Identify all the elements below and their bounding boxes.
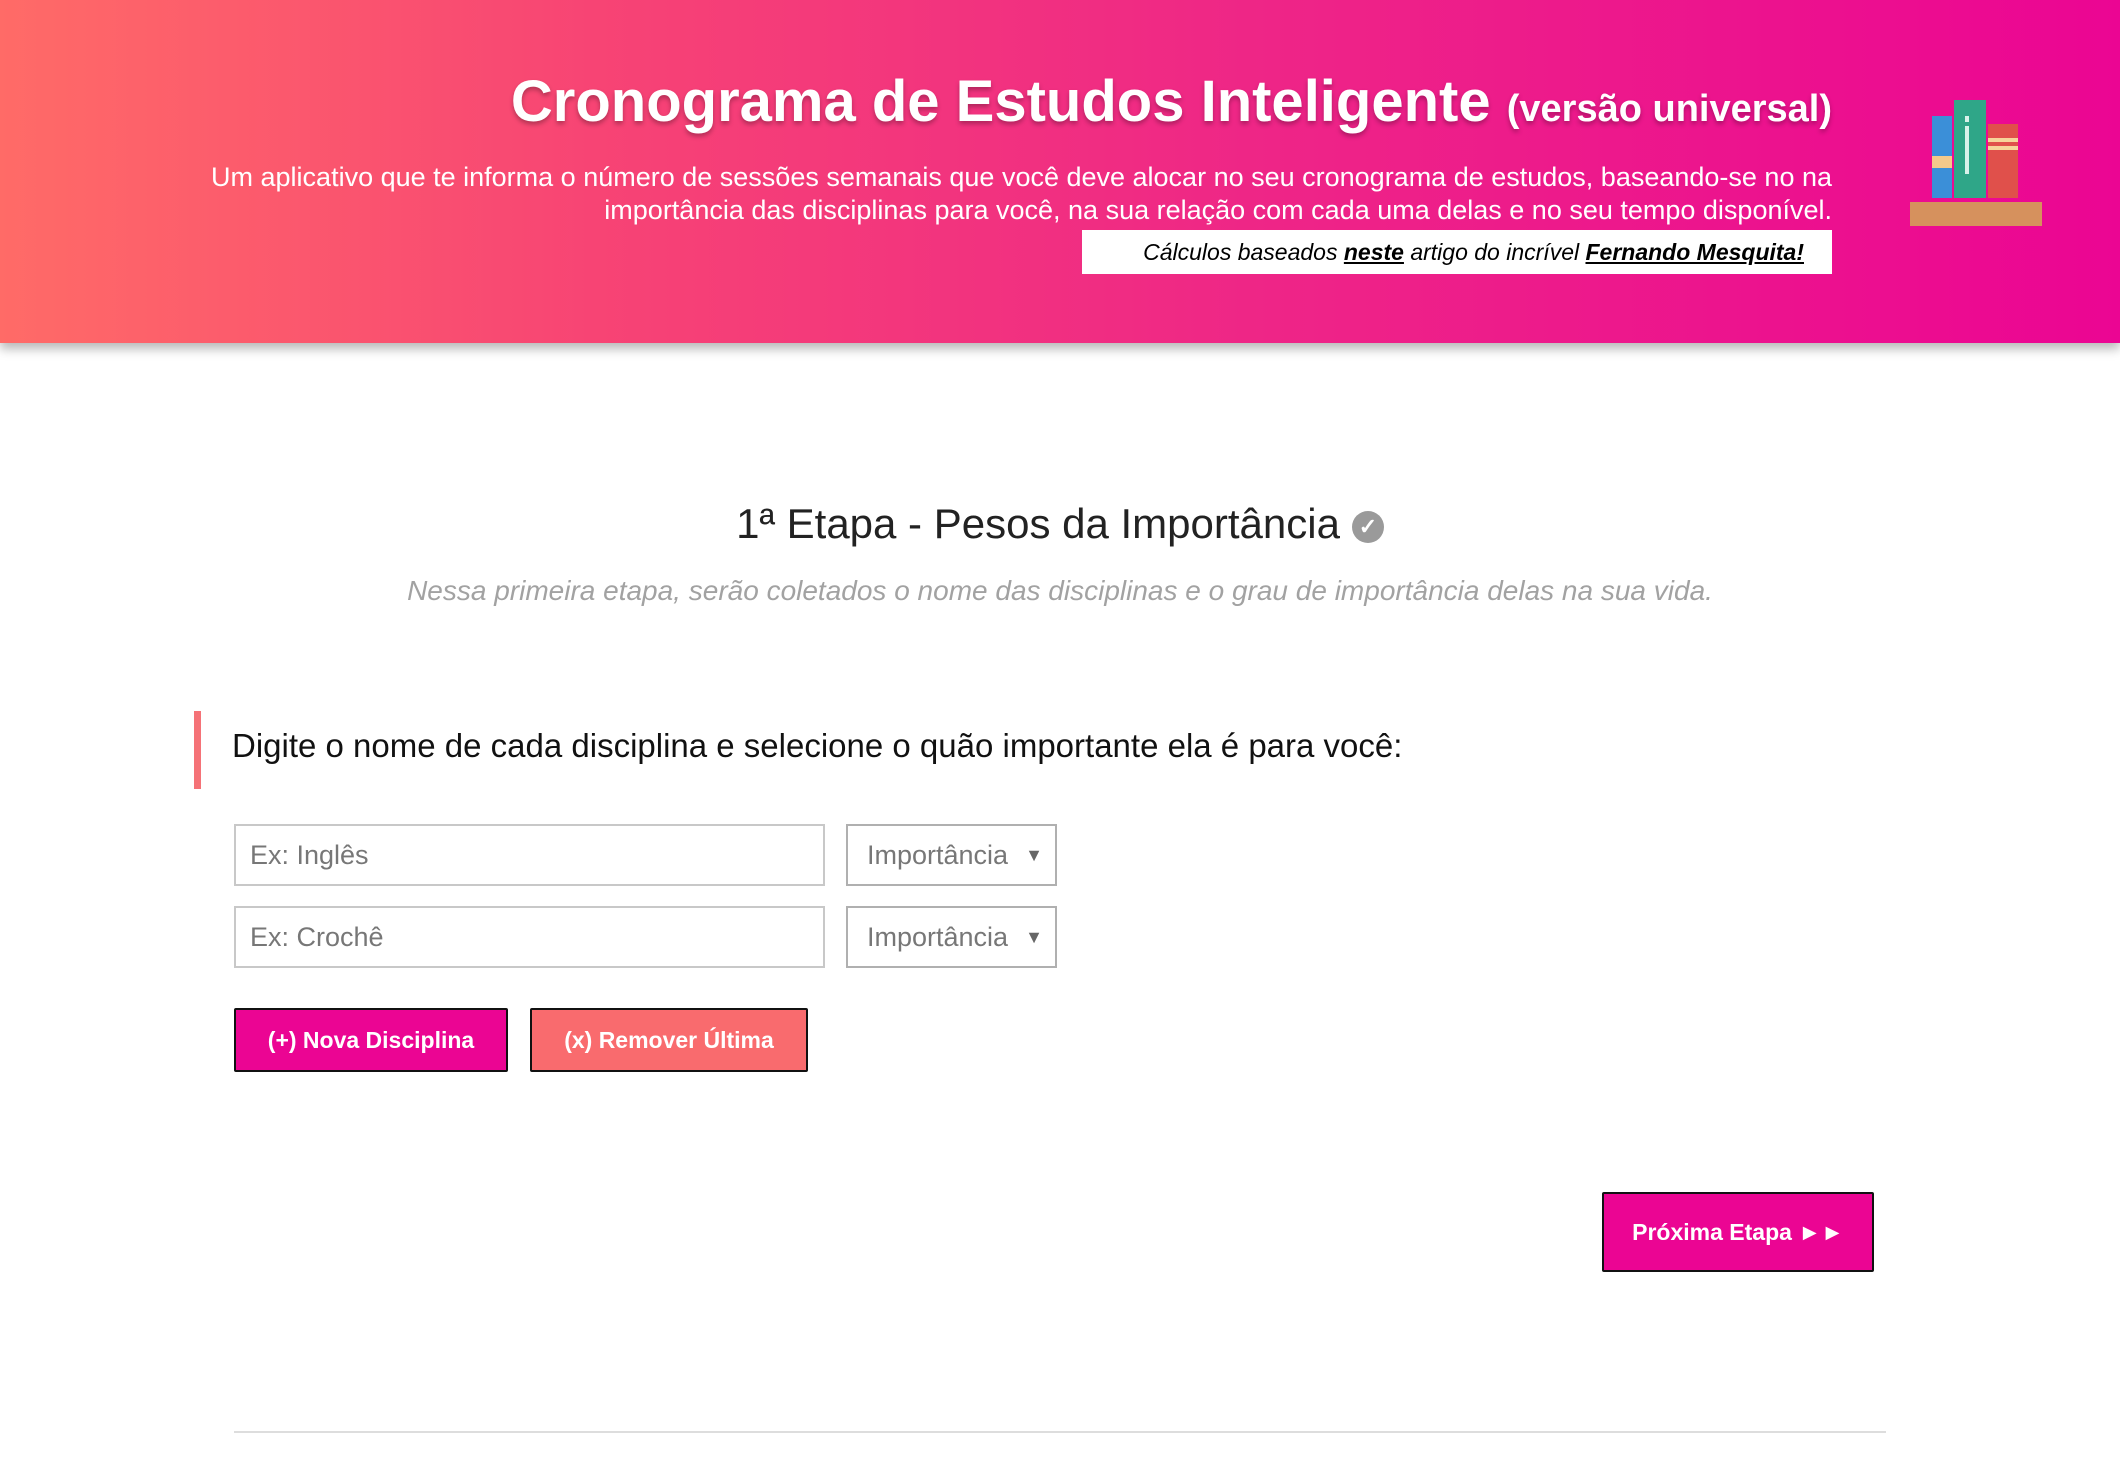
footer-divider bbox=[234, 1431, 1886, 1433]
app-header: Cronograma de Estudos Inteligente (versã… bbox=[0, 0, 2120, 343]
step-subtitle: Nessa primeira etapa, serão coletados o … bbox=[407, 575, 1713, 606]
author-link[interactable]: Fernando Mesquita! bbox=[1585, 239, 1804, 265]
importance-select-1[interactable]: Importância ▼ bbox=[846, 824, 1057, 886]
dropdown-arrow-icon: ▼ bbox=[1025, 845, 1043, 865]
books-on-shelf-icon bbox=[1910, 100, 2042, 226]
check-circle-icon: ✓ bbox=[1351, 511, 1384, 543]
importance-select-label: Importância bbox=[867, 840, 1009, 870]
discipline-name-input-2[interactable] bbox=[234, 906, 825, 968]
importance-select-2[interactable]: Importância ▼ bbox=[846, 906, 1057, 968]
instruction-text: Digite o nome de cada disciplina e selec… bbox=[232, 727, 1403, 764]
app-title-main: Cronograma de Estudos Inteligente bbox=[510, 69, 1491, 134]
next-step-button[interactable]: Próxima Etapa ►► bbox=[1602, 1192, 1874, 1272]
header-text: Cronograma de Estudos Inteligente (versã… bbox=[132, 62, 1832, 227]
importance-select-label: Importância bbox=[867, 922, 1009, 952]
add-discipline-button[interactable]: (+) Nova Disciplina bbox=[234, 1008, 508, 1072]
app-description: Um aplicativo que te informa o número de… bbox=[211, 162, 1832, 225]
article-link[interactable]: neste bbox=[1344, 239, 1404, 265]
instruction-accent-bar bbox=[194, 711, 201, 789]
step-title-text: 1ª Etapa - Pesos da Importância bbox=[736, 500, 1340, 547]
dropdown-arrow-icon: ▼ bbox=[1025, 927, 1043, 947]
step-title: 1ª Etapa - Pesos da Importância ✓ bbox=[0, 500, 2120, 548]
credit-box: Cálculos baseados neste artigo do incrív… bbox=[1082, 230, 1832, 274]
app-title: Cronograma de Estudos Inteligente (versã… bbox=[132, 62, 1832, 149]
app-title-suffix: (versão universal) bbox=[1506, 88, 1832, 130]
credit-middle: artigo do incrível bbox=[1410, 239, 1580, 265]
remove-last-button[interactable]: (x) Remover Última bbox=[530, 1008, 808, 1072]
discipline-name-input-1[interactable] bbox=[234, 824, 825, 886]
credit-prefix: Cálculos baseados bbox=[1143, 239, 1338, 265]
